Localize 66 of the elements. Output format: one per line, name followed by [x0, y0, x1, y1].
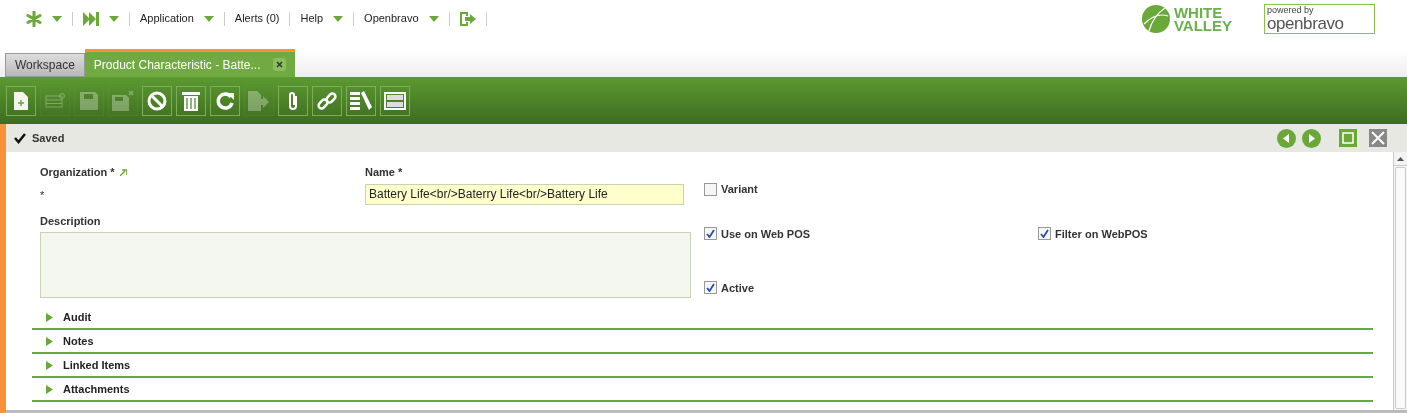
link-arrow-icon[interactable] — [119, 168, 127, 176]
trash-icon — [182, 90, 200, 111]
brand-logo: WHITE VALLEY — [1140, 4, 1232, 34]
checkbox-label: Variant — [721, 182, 758, 197]
close-tab-icon[interactable] — [272, 58, 286, 71]
section-header[interactable]: Attachments — [32, 378, 1373, 402]
expand-arrow-icon — [46, 312, 53, 322]
menu-item[interactable]: Alerts (0) — [234, 10, 280, 27]
refresh-icon — [215, 90, 235, 111]
checkbox[interactable] — [704, 281, 717, 295]
caret-icon[interactable] — [333, 15, 344, 22]
scrollbar[interactable] — [1393, 152, 1407, 410]
document-arrow-icon — [248, 90, 270, 111]
layout-icon — [384, 91, 406, 110]
menu-item[interactable]: Application — [140, 10, 194, 27]
toolbar-button[interactable] — [346, 85, 376, 116]
menu-item[interactable]: Help — [300, 10, 324, 27]
section-header[interactable]: Audit — [32, 306, 1373, 330]
checkbox-label: Filter on WebPOS — [1055, 226, 1148, 242]
section-header[interactable]: Notes — [32, 330, 1373, 354]
expand-arrow-icon — [46, 360, 53, 370]
asterisk-icon[interactable] — [26, 10, 42, 27]
toolbar-button[interactable] — [142, 85, 172, 116]
name-field[interactable]: Battery Life<br/>Baterry Life<br/>Battery Life — [365, 183, 684, 205]
maximize-icon[interactable] — [1339, 129, 1357, 147]
floppy-close-icon — [112, 90, 134, 111]
fast-forward-icon[interactable] — [83, 11, 99, 26]
checkbox[interactable] — [704, 182, 717, 196]
caret-icon[interactable] — [109, 15, 119, 22]
toolbar-button[interactable] — [176, 85, 206, 116]
checkbox[interactable] — [704, 227, 717, 241]
previous-icon[interactable] — [1277, 128, 1296, 148]
scroll-up-icon[interactable] — [1397, 156, 1404, 161]
field-value: * — [40, 187, 46, 203]
link-icon — [317, 90, 337, 111]
next-icon[interactable] — [1302, 128, 1321, 148]
field-label: Organization * — [40, 165, 115, 180]
cancel-icon — [147, 90, 167, 111]
grid-icon — [45, 92, 65, 109]
section-header[interactable]: Linked Items — [32, 354, 1373, 378]
caret-icon[interactable] — [203, 15, 214, 22]
menu-item[interactable]: Openbravo — [364, 10, 419, 27]
checkbox-label: Active — [721, 280, 755, 296]
toolbar-button[interactable] — [380, 85, 410, 116]
toolbar-button[interactable] — [6, 85, 36, 116]
checkbox[interactable] — [1038, 227, 1051, 241]
close-icon[interactable] — [1369, 129, 1387, 147]
openbravo-logo: powered by openbravo — [1264, 4, 1375, 34]
caret-icon[interactable] — [52, 15, 62, 22]
logout-icon[interactable] — [459, 11, 476, 26]
field-label: Name * — [365, 165, 404, 180]
paperclip-icon — [287, 90, 299, 111]
tab[interactable]: Workspace — [5, 53, 85, 77]
checkbox-label: Use on Web POS — [721, 226, 811, 242]
toolbar-button[interactable] — [312, 85, 342, 116]
new-document-icon — [14, 91, 28, 110]
toolbar-button[interactable] — [278, 85, 308, 116]
expand-arrow-icon — [46, 336, 53, 346]
checkmark-icon — [14, 132, 26, 144]
caret-icon[interactable] — [428, 15, 439, 22]
status-message: Saved — [32, 130, 65, 146]
expand-arrow-icon — [46, 384, 53, 394]
field-label: Description — [40, 213, 102, 229]
description-field[interactable] — [40, 232, 691, 298]
toolbar-button[interactable] — [210, 85, 240, 116]
tools-list-icon — [350, 90, 372, 111]
